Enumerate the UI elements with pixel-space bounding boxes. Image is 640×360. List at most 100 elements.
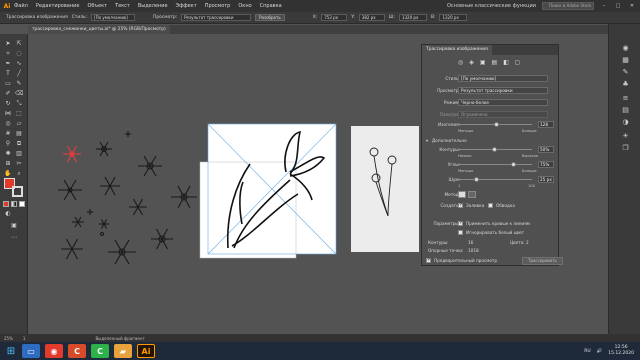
- more-tools-icon[interactable]: ⋯: [10, 234, 18, 241]
- panel-title[interactable]: Трассировка изображения: [422, 45, 492, 55]
- noise-slider-knob[interactable]: [474, 177, 479, 182]
- grayscale-icon[interactable]: ▤: [492, 59, 498, 66]
- chrome-icon[interactable]: ◉: [45, 344, 63, 358]
- rotate-icon[interactable]: ↻: [4, 100, 12, 107]
- direct-selection-icon[interactable]: ⇱: [15, 40, 23, 47]
- swatches-icon[interactable]: ▦: [621, 56, 630, 65]
- gradient-icon[interactable]: ▤: [15, 130, 23, 137]
- mode-dropdown[interactable]: Черно-белое: [458, 99, 548, 106]
- color-mode-icon[interactable]: [3, 201, 9, 207]
- none-mode-icon[interactable]: [19, 201, 25, 207]
- type-tool-icon[interactable]: T: [4, 70, 12, 77]
- blend-icon[interactable]: ⧉: [15, 140, 23, 147]
- method-overlapping-icon[interactable]: [468, 191, 476, 198]
- app-c-icon[interactable]: C: [68, 344, 86, 358]
- advanced-toggle[interactable]: ▾: [426, 138, 428, 143]
- corners-slider-knob[interactable]: [511, 162, 516, 167]
- stroke-swatch[interactable]: [12, 186, 23, 197]
- explorer-icon[interactable]: ▭: [22, 344, 40, 358]
- high-color-icon[interactable]: ◈: [469, 59, 474, 66]
- preview-checkbox[interactable]: [426, 257, 431, 263]
- workspace-switcher[interactable]: Основные классические функции: [447, 3, 536, 9]
- shape-builder-icon[interactable]: ◎: [4, 120, 12, 127]
- draw-mode-icon[interactable]: ◐: [4, 210, 12, 217]
- language-indicator[interactable]: RU: [584, 349, 590, 354]
- symbols-icon[interactable]: ♣: [621, 80, 630, 89]
- control-style-dropdown[interactable]: [По умолчанию]: [91, 14, 136, 21]
- gradient-mode-icon[interactable]: [11, 201, 17, 207]
- selection-tool-icon[interactable]: ➤: [4, 40, 12, 47]
- brush-icon[interactable]: ✎: [15, 80, 23, 87]
- corners-value[interactable]: 75%: [538, 161, 554, 168]
- control-preset-dropdown[interactable]: Результат трассировки: [181, 14, 252, 21]
- windows-start-icon[interactable]: ⊞: [0, 342, 22, 360]
- color-panel-icon[interactable]: ◉: [621, 44, 630, 53]
- snap-checkbox[interactable]: [458, 220, 463, 226]
- trace-button[interactable]: Трассировать: [522, 257, 563, 265]
- folder-icon[interactable]: ▰: [114, 344, 132, 358]
- menu-window[interactable]: Окно: [238, 3, 251, 9]
- y-field[interactable]: 382 px: [358, 14, 385, 21]
- artboard-number[interactable]: 1: [23, 336, 26, 341]
- stroke-checkbox[interactable]: [488, 203, 493, 208]
- screen-mode-icon[interactable]: ▣: [10, 222, 18, 229]
- curvature-icon[interactable]: ∿: [15, 60, 23, 67]
- volume-icon[interactable]: 🔊: [597, 349, 603, 354]
- scale-icon[interactable]: ⤡: [15, 100, 23, 107]
- graph-icon[interactable]: ▥: [15, 150, 23, 157]
- preset-dropdown[interactable]: [По умолчанию]: [458, 75, 548, 82]
- expand-button[interactable]: Разобрать: [255, 14, 285, 21]
- outline-icon[interactable]: ◻: [515, 59, 520, 66]
- menu-select[interactable]: Выделение: [138, 3, 168, 9]
- paths-value[interactable]: 50%: [538, 146, 554, 153]
- symbol-sprayer-icon[interactable]: ✺: [4, 150, 12, 157]
- brushes-icon[interactable]: ✎: [621, 68, 630, 77]
- fill-checkbox[interactable]: [458, 202, 463, 208]
- advanced-row[interactable]: ▾ Дополнительно: [422, 137, 560, 145]
- appearance-icon[interactable]: ☀: [621, 132, 630, 141]
- noise-value[interactable]: 25 px: [538, 176, 554, 183]
- method-abutting-icon[interactable]: [458, 191, 466, 198]
- width-tool-icon[interactable]: ⋈: [4, 110, 12, 117]
- rectangle-tool-icon[interactable]: ▭: [4, 80, 12, 87]
- minimize-icon[interactable]: –: [600, 3, 608, 9]
- maximize-icon[interactable]: □: [614, 3, 622, 9]
- app-c-green-icon[interactable]: C: [91, 344, 109, 358]
- lasso-icon[interactable]: ◌: [15, 50, 23, 57]
- selection-image[interactable]: [199, 161, 297, 259]
- palette-dropdown[interactable]: Ограничено: [458, 111, 548, 118]
- line-tool-icon[interactable]: ╱: [15, 70, 23, 77]
- menu-object[interactable]: Объект: [87, 3, 107, 9]
- artboard-original[interactable]: [351, 126, 419, 252]
- stock-search-input[interactable]: Поиск в Adobe Stock: [542, 2, 594, 10]
- stroke-panel-icon[interactable]: ≡: [621, 94, 630, 103]
- free-transform-icon[interactable]: ⬚: [15, 110, 23, 117]
- paths-slider-knob[interactable]: [492, 147, 497, 152]
- menu-view[interactable]: Просмотр: [205, 3, 231, 9]
- threshold-value[interactable]: 128: [538, 121, 554, 128]
- h-field[interactable]: 1320 px: [439, 14, 468, 21]
- hand-icon[interactable]: ✋: [4, 170, 12, 177]
- corners-slider[interactable]: [458, 164, 532, 165]
- view-dropdown[interactable]: Результат трассировки: [458, 87, 548, 94]
- eraser-icon[interactable]: ⌫: [15, 90, 23, 97]
- shaper-icon[interactable]: ✐: [4, 90, 12, 97]
- zoom-icon[interactable]: ⌕: [15, 170, 23, 177]
- clock[interactable]: 12:56 15.12.2020: [608, 345, 634, 357]
- w-field[interactable]: 1320 px: [398, 14, 427, 21]
- illustrator-taskbar-icon[interactable]: Ai: [137, 344, 155, 358]
- menu-help[interactable]: Справка: [260, 3, 282, 9]
- layers-icon[interactable]: ❐: [621, 144, 630, 153]
- zoom-level[interactable]: 25%: [4, 336, 13, 341]
- slice-icon[interactable]: ✂: [15, 160, 23, 167]
- close-icon[interactable]: ✕: [628, 3, 636, 9]
- eyedropper-icon[interactable]: ⚲: [4, 140, 12, 147]
- pen-tool-icon[interactable]: ✒: [4, 60, 12, 67]
- menu-edit[interactable]: Редактирование: [36, 3, 80, 9]
- menu-effect[interactable]: Эффект: [176, 3, 197, 9]
- noise-slider[interactable]: [458, 179, 532, 180]
- mesh-icon[interactable]: #: [4, 130, 12, 137]
- artboard-icon[interactable]: ⊞: [4, 160, 12, 167]
- black-white-icon[interactable]: ◧: [503, 59, 509, 66]
- magic-wand-icon[interactable]: ✧: [4, 50, 12, 57]
